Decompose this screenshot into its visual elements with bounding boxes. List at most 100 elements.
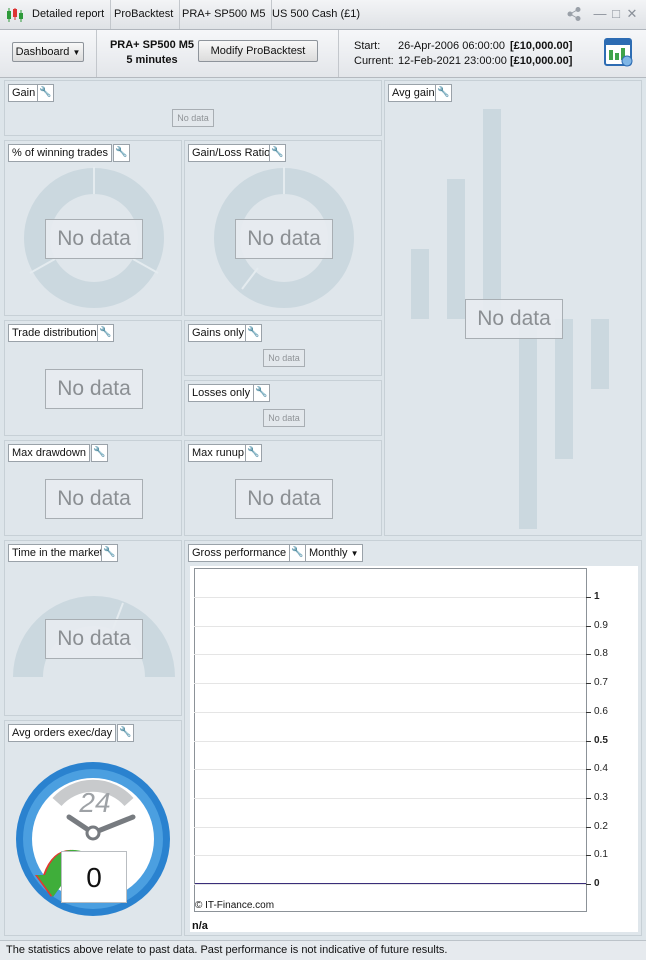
losses-only-title: Losses only (188, 384, 255, 402)
date-range-info: Start: 26-Apr-2006 06:00:00 [£10,000.00] C… (354, 39, 572, 69)
chevron-down-icon: ▼ (72, 48, 81, 57)
chart-gridline (194, 626, 586, 627)
max-runup-title: Max runup (188, 444, 248, 462)
wrench-icon[interactable]: 🔧 (245, 324, 262, 342)
start-label: Start: (354, 40, 381, 52)
close-icon[interactable]: ✕ (624, 6, 640, 22)
chart-zero-line (195, 883, 586, 884)
chart-gridline (194, 712, 586, 713)
chart-y-tick-label: 0 (594, 878, 600, 889)
strategy-info: PRA+ SP500 M5 5 minutes (104, 38, 200, 68)
share-icon[interactable] (566, 6, 582, 22)
gains-only-title: Gains only (188, 324, 248, 342)
gain-title: Gain (8, 84, 40, 102)
dashboard-label: Dashboard (15, 46, 70, 58)
chart-copyright: © IT-Finance.com (195, 900, 275, 911)
max-runup-panel: Max runup 🔧 No data (184, 440, 382, 536)
no-data-label: No data (45, 219, 143, 259)
chart-y-tick-label: 0.1 (594, 849, 608, 860)
current-date: 12-Feb-2021 23:00:00 (398, 55, 507, 67)
avg-orders-panel: Avg orders exec/day 🔧 24 0 (4, 720, 182, 936)
no-data-label: No data (263, 349, 305, 367)
maximize-icon[interactable]: □ (608, 6, 624, 22)
no-data-label: No data (235, 479, 333, 519)
gain-loss-ratio-panel: Gain/Loss Ratio 🔧 No data (184, 140, 382, 316)
avg-gain-panel: Avg gain 🔧 No data (384, 80, 642, 536)
chart-y-tick (586, 597, 591, 598)
chart-y-tick (586, 827, 591, 828)
wrench-icon[interactable]: 🔧 (289, 544, 306, 562)
tab-instrument[interactable]: US 500 Cash (£1) (266, 0, 366, 29)
wrench-icon[interactable]: 🔧 (253, 384, 270, 402)
losses-only-panel: Losses only 🔧 No data (184, 380, 382, 436)
wrench-icon[interactable]: 🔧 (245, 444, 262, 462)
title-bar: Detailed report ProBacktest PRA+ SP500 M… (0, 0, 646, 30)
chart-y-tick-label: 0.9 (594, 620, 608, 631)
chart-y-tick-label: 1 (594, 591, 600, 602)
chart-y-tick-label: 0.3 (594, 792, 608, 803)
no-data-label: No data (465, 299, 563, 339)
chart-gridline (194, 827, 586, 828)
max-drawdown-title: Max drawdown (8, 444, 90, 462)
trade-distribution-panel: Trade distribution 🔧 No data (4, 320, 182, 436)
wrench-icon[interactable]: 🔧 (37, 84, 54, 102)
chart-y-tick-label: 0.8 (594, 648, 608, 659)
chart-y-tick (586, 683, 591, 684)
wrench-icon[interactable]: 🔧 (97, 324, 114, 342)
chart-y-tick (586, 626, 591, 627)
gains-only-panel: Gains only 🔧 No data (184, 320, 382, 376)
chart-gridline (194, 741, 586, 742)
current-capital: [£10,000.00] (510, 55, 573, 67)
chart-y-tick-label: 0.7 (594, 677, 608, 688)
tab-strategy[interactable]: PRA+ SP500 M5 (176, 0, 273, 29)
chart-y-tick-label: 0.5 (594, 735, 608, 746)
strategy-name: PRA+ SP500 M5 (109, 39, 195, 51)
chart-gridline (194, 855, 586, 856)
chart-y-tick (586, 884, 591, 885)
no-data-label: No data (45, 619, 143, 659)
gross-performance-chart (190, 566, 638, 932)
wrench-icon[interactable]: 🔧 (91, 444, 108, 462)
tab-probacktest[interactable]: ProBacktest (108, 0, 181, 29)
period-dropdown[interactable]: Monthly ▼ (305, 544, 363, 562)
dashboard-dropdown[interactable]: Dashboard ▼ (12, 42, 84, 62)
chart-plot-area (194, 568, 587, 912)
minimize-icon[interactable]: — (592, 6, 608, 22)
gain-panel: Gain 🔧 No data (4, 80, 382, 136)
no-data-label: No data (263, 409, 305, 427)
backtest-header: Dashboard ▼ PRA+ SP500 M5 5 minutes Modi… (0, 30, 646, 78)
candlestick-app-icon (6, 8, 24, 22)
period-value: Monthly (309, 547, 348, 559)
no-data-label: No data (45, 479, 143, 519)
chevron-down-icon: ▼ (350, 549, 359, 558)
chart-gridline (194, 884, 586, 885)
no-data-label: No data (45, 369, 143, 409)
chart-x-label: n/a (192, 920, 208, 932)
disclaimer-footer: The statistics above relate to past data… (0, 940, 646, 960)
orders-count-label: 0 (61, 851, 127, 903)
gross-performance-title: Gross performance (188, 544, 291, 562)
modify-probacktest-button[interactable]: Modify ProBacktest (198, 40, 318, 62)
chart-y-tick (586, 855, 591, 856)
header-divider (338, 30, 339, 77)
header-divider (96, 30, 97, 77)
chart-gridline (194, 798, 586, 799)
strategy-timeframe: 5 minutes (126, 54, 178, 66)
clock-hours-label: 24 (79, 787, 111, 818)
chart-gridline (194, 683, 586, 684)
time-in-market-panel: Time in the market 🔧 No data (4, 540, 182, 716)
no-data-label: No data (172, 109, 214, 127)
no-data-label: No data (235, 219, 333, 259)
chart-gridline (194, 654, 586, 655)
chart-y-tick (586, 712, 591, 713)
chart-y-tick (586, 798, 591, 799)
avg-orders-title: Avg orders exec/day (8, 724, 117, 742)
report-settings-icon[interactable] (604, 38, 634, 68)
tab-detailed-report[interactable]: Detailed report (26, 0, 112, 29)
chart-y-tick-label: 0.4 (594, 763, 608, 774)
start-capital: [£10,000.00] (510, 40, 573, 52)
wrench-icon[interactable]: 🔧 (117, 724, 134, 742)
max-drawdown-panel: Max drawdown 🔧 No data (4, 440, 182, 536)
current-label: Current: (354, 55, 394, 67)
winning-trades-panel: % of winning trades 🔧 No data (4, 140, 182, 316)
